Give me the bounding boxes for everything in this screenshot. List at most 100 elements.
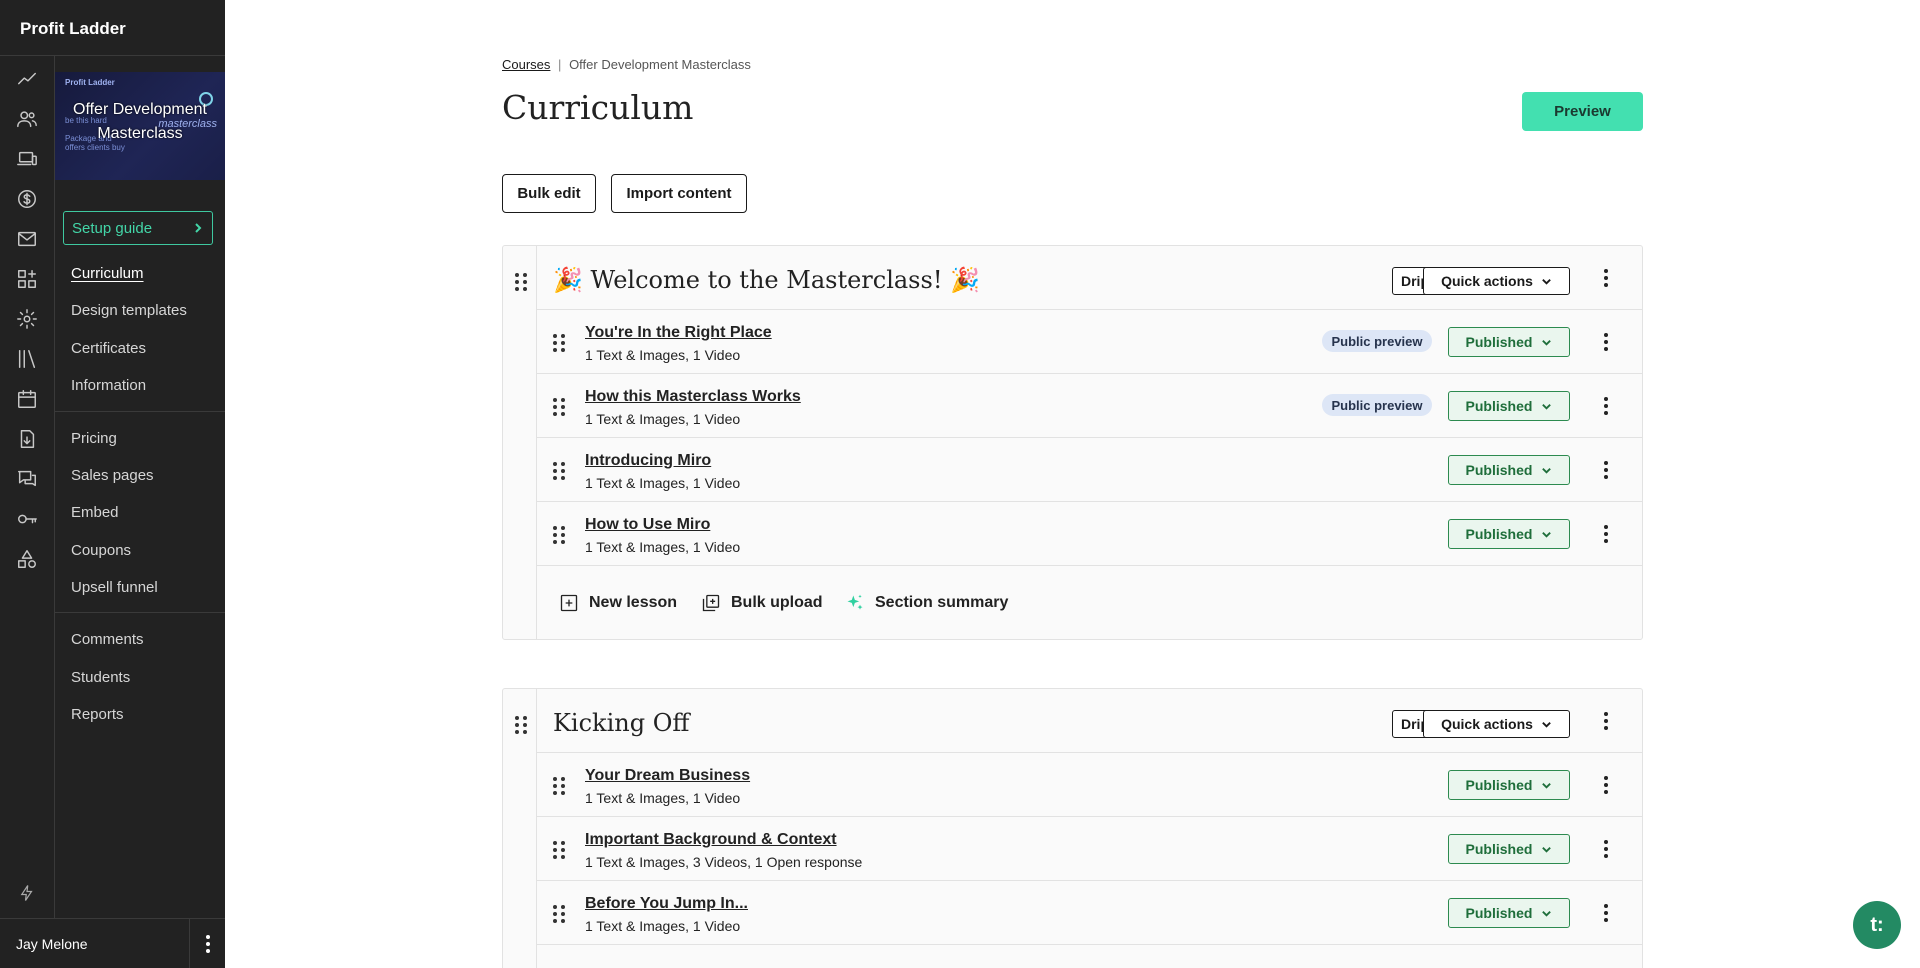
- lesson-title[interactable]: Before You Jump In...: [585, 895, 748, 913]
- section-menu-kebab-icon[interactable]: [1600, 268, 1612, 288]
- lesson-menu-kebab-icon[interactable]: [1600, 903, 1612, 923]
- section-title[interactable]: 🎉 Welcome to the Masterclass! 🎉: [553, 266, 980, 294]
- lesson-meta: 1 Text & Images, 1 Video: [585, 790, 741, 806]
- lesson-menu-kebab-icon[interactable]: [1600, 839, 1612, 859]
- nav-curriculum[interactable]: Curriculum: [71, 265, 144, 282]
- chevron-down-icon: [1542, 339, 1552, 346]
- lesson-title[interactable]: Introducing Miro: [585, 452, 711, 470]
- nav-upsell-funnel[interactable]: Upsell funnel: [71, 579, 158, 596]
- import-content-button[interactable]: Import content: [611, 174, 747, 213]
- key-icon[interactable]: [14, 506, 40, 532]
- chevron-down-icon: [1542, 910, 1552, 917]
- lesson-menu-kebab-icon[interactable]: [1600, 332, 1612, 352]
- lesson-title[interactable]: Your Dream Business: [585, 767, 750, 785]
- section-menu-kebab-icon[interactable]: [1600, 711, 1612, 731]
- bolt-icon[interactable]: [18, 884, 36, 907]
- quick-actions-button[interactable]: Quick actions: [1423, 710, 1570, 738]
- status-dropdown[interactable]: Published: [1448, 327, 1570, 357]
- nav-students[interactable]: Students: [71, 669, 130, 686]
- quick-actions-label: Quick actions: [1441, 716, 1533, 732]
- icon-rail: [0, 56, 55, 918]
- breadcrumb-current: Offer Development Masterclass: [569, 57, 751, 72]
- sidebar: Profit Ladder Profit Ladder be this hard…: [0, 0, 225, 968]
- user-menu-kebab-icon[interactable]: [189, 919, 225, 968]
- status-dropdown[interactable]: Published: [1448, 834, 1570, 864]
- bulk-upload-button[interactable]: Bulk upload: [701, 593, 823, 613]
- lesson-meta: 1 Text & Images, 1 Video: [585, 539, 741, 555]
- page-title: Curriculum: [502, 88, 694, 127]
- status-dropdown[interactable]: Published: [1448, 391, 1570, 421]
- status-label: Published: [1465, 398, 1533, 414]
- nav-embed[interactable]: Embed: [71, 504, 119, 521]
- lesson-meta: 1 Text & Images, 1 Video: [585, 411, 741, 427]
- lesson-menu-kebab-icon[interactable]: [1600, 524, 1612, 544]
- chat-icon[interactable]: [14, 466, 40, 492]
- lesson-menu-kebab-icon[interactable]: [1600, 460, 1612, 480]
- nav-reports[interactable]: Reports: [71, 706, 124, 723]
- thumb-title: Offer Development Masterclass: [73, 101, 207, 142]
- drag-handle-icon[interactable]: [553, 462, 565, 480]
- status-dropdown[interactable]: Published: [1448, 770, 1570, 800]
- drag-handle-icon[interactable]: [515, 716, 527, 734]
- breadcrumb-courses-link[interactable]: Courses: [502, 57, 550, 72]
- drag-handle-icon[interactable]: [553, 526, 565, 544]
- nav-divider: [55, 612, 225, 613]
- nav-information[interactable]: Information: [71, 377, 146, 394]
- user-name[interactable]: Jay Melone: [16, 936, 88, 952]
- curriculum-section: Kicking Off Drip Quick actions Your Drea…: [502, 688, 1643, 968]
- lesson-menu-kebab-icon[interactable]: [1600, 396, 1612, 416]
- status-label: Published: [1465, 905, 1533, 921]
- breadcrumb-separator: |: [558, 57, 562, 72]
- preview-button[interactable]: Preview: [1522, 92, 1643, 131]
- lesson-title[interactable]: Important Background & Context: [585, 831, 837, 849]
- nav-design-templates[interactable]: Design templates: [71, 302, 187, 319]
- sparkle-icon: [847, 594, 863, 610]
- breadcrumb: Courses | Offer Development Masterclass: [502, 57, 751, 72]
- download-icon[interactable]: [14, 426, 40, 452]
- analytics-icon[interactable]: [14, 66, 40, 92]
- apps-icon[interactable]: [14, 266, 40, 292]
- status-dropdown[interactable]: Published: [1448, 898, 1570, 928]
- new-lesson-button[interactable]: New lesson: [559, 593, 677, 613]
- nav-sales-pages[interactable]: Sales pages: [71, 467, 154, 484]
- setup-guide-button[interactable]: Setup guide: [63, 211, 213, 245]
- drag-handle-icon[interactable]: [553, 334, 565, 352]
- status-dropdown[interactable]: Published: [1448, 455, 1570, 485]
- library-icon[interactable]: [14, 346, 40, 372]
- chevron-right-icon: [195, 223, 202, 233]
- nav-certificates[interactable]: Certificates: [71, 340, 146, 357]
- status-dropdown[interactable]: Published: [1448, 519, 1570, 549]
- nav-coupons[interactable]: Coupons: [71, 542, 131, 559]
- lesson-title[interactable]: You're In the Right Place: [585, 324, 772, 342]
- drag-handle-icon[interactable]: [515, 273, 527, 291]
- chevron-down-icon: [1542, 721, 1551, 728]
- section-summary-button[interactable]: Section summary: [845, 593, 1008, 613]
- lesson-menu-kebab-icon[interactable]: [1600, 775, 1612, 795]
- dollar-icon[interactable]: [14, 186, 40, 212]
- devices-icon[interactable]: [14, 146, 40, 172]
- course-thumbnail[interactable]: Profit Ladder be this hard Package and o…: [55, 72, 225, 180]
- nav-comments[interactable]: Comments: [71, 631, 144, 648]
- lesson-row: How this Masterclass Works 1 Text & Imag…: [537, 374, 1642, 438]
- brand-name[interactable]: Profit Ladder: [0, 0, 225, 56]
- lesson-title[interactable]: How to Use Miro: [585, 516, 710, 534]
- lesson-title[interactable]: How this Masterclass Works: [585, 388, 801, 406]
- nav-pricing[interactable]: Pricing: [71, 430, 117, 447]
- mail-icon[interactable]: [14, 226, 40, 252]
- new-lesson-label: New lesson: [589, 594, 678, 611]
- section-title[interactable]: Kicking Off: [553, 709, 689, 737]
- curriculum-section: 🎉 Welcome to the Masterclass! 🎉 Drip Qui…: [502, 245, 1643, 640]
- drag-handle-icon[interactable]: [553, 398, 565, 416]
- chat-launcher-button[interactable]: t:: [1853, 901, 1901, 949]
- quick-actions-button[interactable]: Quick actions: [1423, 267, 1570, 295]
- shapes-icon[interactable]: [14, 546, 40, 572]
- bulk-edit-button[interactable]: Bulk edit: [502, 174, 596, 213]
- people-icon[interactable]: [14, 106, 40, 132]
- gear-icon[interactable]: [14, 306, 40, 332]
- calendar-icon[interactable]: [14, 386, 40, 412]
- drag-handle-icon[interactable]: [553, 841, 565, 859]
- drag-handle-icon[interactable]: [553, 905, 565, 923]
- status-label: Published: [1465, 841, 1533, 857]
- drag-handle-icon[interactable]: [553, 777, 565, 795]
- lesson-meta: 1 Text & Images, 1 Video: [585, 918, 741, 934]
